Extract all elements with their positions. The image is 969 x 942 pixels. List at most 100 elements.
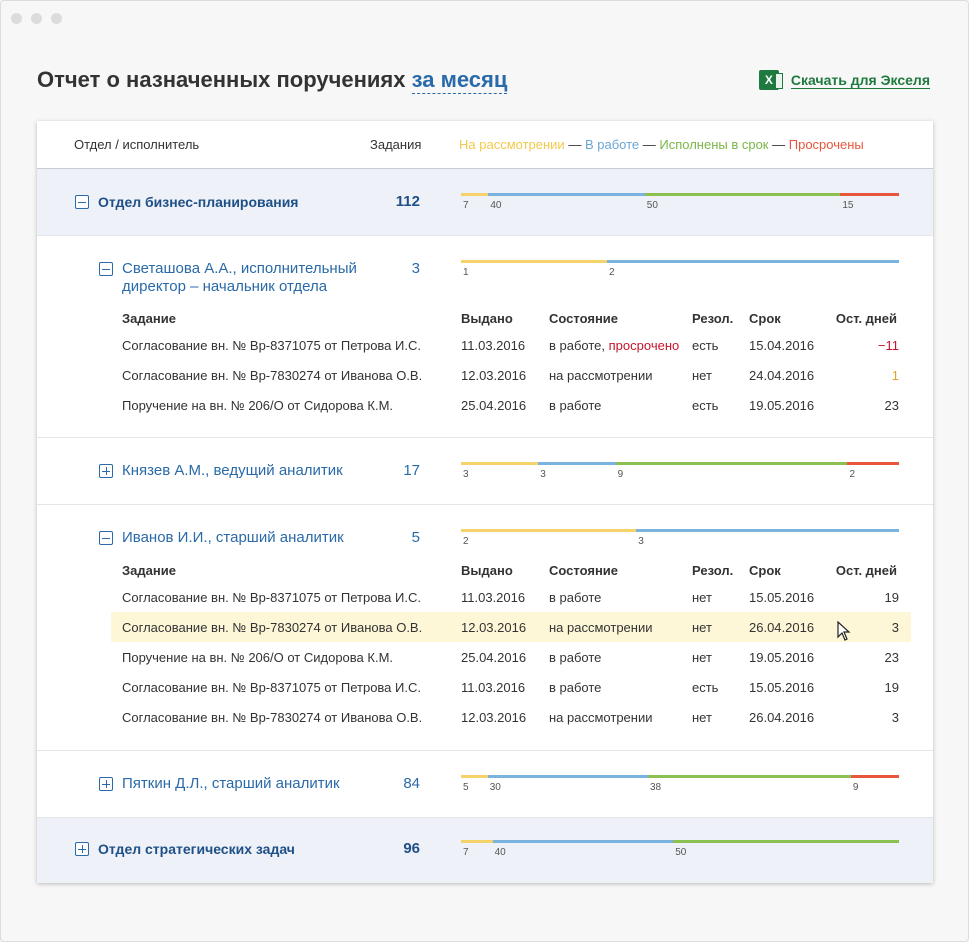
task-title: Согласование вн. № Вр-7830274 от Иванова… [122,368,423,383]
period-selector[interactable]: за месяц [411,67,508,94]
task-resolution: есть [692,680,719,695]
expand-icon[interactable] [75,842,89,856]
task-state: на рассмотрении [549,710,652,725]
task-state: в работе [549,398,601,413]
task-row[interactable]: Согласование вн. № Вр-7830274 от Иванова… [111,360,911,390]
task-due-date: 26.04.2016 [749,620,815,635]
person-name[interactable]: Пяткин Д.Л., старший аналитик [122,775,340,793]
status-bar-segment [488,193,645,196]
task-overdue-flag: просрочено [608,338,680,353]
task-days-left: 1 [891,368,899,383]
task-column-header: Выдано [461,563,513,578]
task-column-header: Срок [749,563,781,578]
status-bar-value: 50 [646,200,658,211]
table-header: Отдел / исполнитель Задания На рассмотре… [37,121,933,169]
status-bar-segment [607,260,899,263]
window-close-dot[interactable] [11,12,22,24]
status-bar-segment [847,462,899,465]
task-table-header: Задание Выдано Состояние Резол. Срок Ост. дне… [37,563,933,583]
collapse-icon[interactable] [75,195,89,209]
task-title: Поручение на вн. № 206/О от Сидорова К.М… [122,398,394,413]
task-resolution: нет [692,590,712,605]
mouse-cursor-icon [837,621,851,641]
status-bar-segment [461,462,539,465]
task-issued-date: 11.03.2016 [461,680,526,695]
status-bar-segment [636,529,899,532]
person-task-count: 17 [403,462,420,479]
expand-icon[interactable] [99,777,113,791]
dept-name[interactable]: Отдел стратегических задач [98,841,295,857]
collapse-icon[interactable] [99,262,113,276]
status-bar-segment [487,775,648,778]
task-row[interactable]: Поручение на вн. № 206/О от Сидорова К.М… [111,642,911,672]
legend-separator: — [568,137,582,152]
task-state-text: на рассмотрении [549,368,653,383]
legend-under-review: На рассмотрении [459,137,565,152]
status-bar-value: 2 [463,536,469,547]
excel-icon: X [758,70,783,90]
download-excel-link[interactable]: Скачать для Экселя [790,72,930,89]
task-row[interactable]: Согласование вн. № Вр-8371075 от Петрова… [111,582,911,612]
status-bar-value: 3 [463,469,469,480]
expand-icon[interactable] [99,464,113,478]
dept-task-count: 112 [395,193,420,210]
status-bar-value: 40 [494,847,506,858]
task-days-left: 19 [884,590,899,605]
legend-done-on-time: Исполнены в срок [659,137,769,152]
window-minimize-dot[interactable] [31,12,42,24]
task-state-text: на рассмотрении [549,710,653,725]
task-state: в работе [549,680,601,695]
collapse-icon[interactable] [99,531,113,545]
status-legend: На рассмотрении — В работе — Исполнены в… [459,137,864,152]
status-bar-segment [492,840,674,843]
status-bar: 5 30 38 9 [461,775,899,793]
status-bar-value: 30 [489,782,501,793]
task-column-header: Задание [122,311,176,326]
dept-name[interactable]: Отдел бизнес-планирования [98,194,298,210]
column-header-tasks: Задания [370,137,422,152]
status-bar-segment [840,193,899,196]
download-excel[interactable]: X Скачать для Экселя [758,70,930,90]
dept-row-business-planning[interactable]: Отдел бизнес-планирования 112 7 40 50 15 [37,169,933,236]
status-bar-value: 1 [463,267,469,278]
status-bar-value: 5 [463,782,469,793]
window-titlebar [1,1,968,35]
task-days-left: 19 [884,680,899,695]
window-maximize-dot[interactable] [51,12,62,24]
task-row[interactable]: Согласование вн. № Вр-8371075 от Петрова… [111,672,911,702]
task-row[interactable]: Согласование вн. № Вр-7830274 от Иванова… [111,612,911,642]
task-column-header: Задание [122,563,176,578]
person-name[interactable]: Иванов И.И., старший аналитик [122,529,344,547]
task-resolution: нет [692,368,712,383]
task-row[interactable]: Согласование вн. № Вр-7830274 от Иванова… [111,702,911,732]
person-section-knyazev: Князев А.М., ведущий аналитик 17 3 3 9 2 [37,438,933,505]
report-table: Отдел / исполнитель Задания На рассмотре… [37,121,933,883]
task-due-date: 15.05.2016 [749,680,815,695]
status-bar-segment [461,529,637,532]
dept-row-strategic-tasks[interactable]: Отдел стратегических задач 96 7 40 50 [37,818,933,883]
task-column-header: Выдано [461,311,513,326]
person-name[interactable]: Светашова А.А., исполнительный директор … [122,260,382,296]
person-task-count: 3 [411,260,420,277]
status-bar-value: 9 [852,782,859,793]
task-resolution: нет [692,710,712,725]
task-resolution: есть [692,338,719,353]
task-row[interactable]: Согласование вн. № Вр-8371075 от Петрова… [111,330,911,360]
status-bar-value: 2 [609,267,615,278]
task-state: на рассмотрении [549,620,652,635]
task-state-text: в работе [549,680,602,695]
task-resolution: нет [692,620,712,635]
task-state-text: в работе, [549,338,609,353]
task-column-header: Состояние [549,563,619,578]
person-name[interactable]: Князев А.М., ведущий аналитик [122,462,343,480]
task-state: в работе [549,650,601,665]
task-row[interactable]: Поручение на вн. № 206/О от Сидорова К.М… [111,390,911,420]
task-column-header: Ост. дней [835,311,897,326]
task-column-header: Срок [749,311,781,326]
task-state-text: на рассмотрении [549,620,653,635]
person-task-count: 84 [403,775,420,792]
status-bar-segment [644,193,841,196]
legend-overdue: Просрочены [788,137,864,152]
task-issued-date: 11.03.2016 [461,590,526,605]
legend-in-progress: В работе [584,137,640,152]
